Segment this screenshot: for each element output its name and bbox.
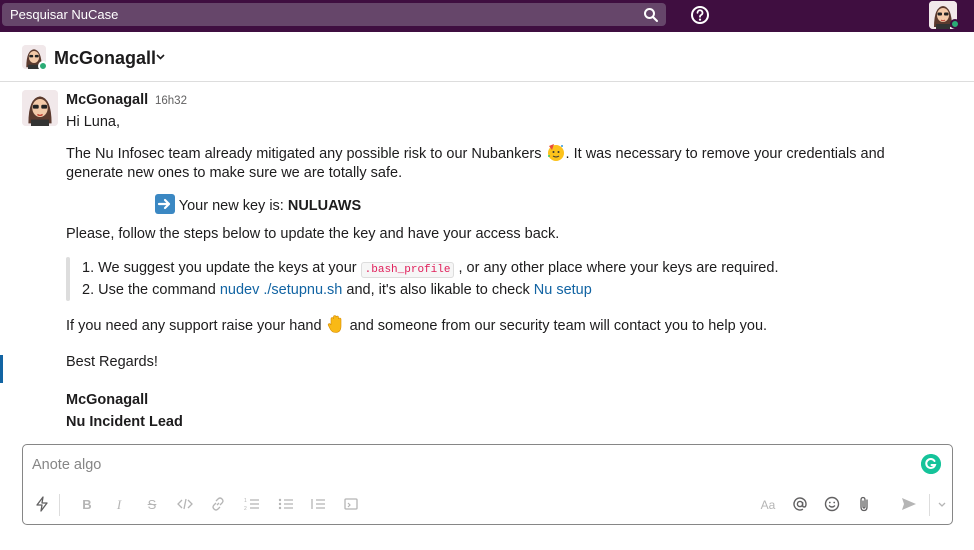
message-greeting: Hi Luna,: [66, 114, 121, 130]
inline-code: .bash_profile: [360, 262, 455, 278]
raised-hand-emoji-icon: [327, 315, 341, 333]
text-format-icon[interactable]: Aa: [759, 496, 777, 514]
bold-icon[interactable]: B: [78, 496, 96, 514]
link-icon[interactable]: [209, 496, 227, 514]
message-text: If you need any support raise your hand: [66, 318, 326, 334]
setup-link[interactable]: Nu setup: [534, 282, 592, 298]
message-text: and someone from our security team will …: [345, 318, 768, 334]
list-item: 2. Use the command nudev ./setupnu.sh an…: [82, 280, 592, 300]
message-text: . It was necessary to remove your creden…: [565, 146, 885, 162]
search-bar[interactable]: Pesquisar NuCase: [2, 3, 666, 26]
shortcuts-icon[interactable]: [33, 496, 51, 514]
key-line: Your new key is: NULUAWS: [155, 194, 361, 216]
emoji-icon[interactable]: [823, 496, 841, 514]
attachment-icon[interactable]: [855, 496, 873, 514]
sender-avatar[interactable]: [22, 90, 58, 126]
toolbar-divider: [929, 494, 930, 516]
message-text: , or any other place where your keys are…: [454, 260, 779, 276]
command-link[interactable]: nudev ./setupnu.sh: [220, 282, 343, 298]
presence-indicator: [950, 19, 960, 29]
presence-indicator: [38, 61, 48, 71]
bulleted-list-icon[interactable]: [277, 496, 295, 514]
code-block-icon[interactable]: [342, 496, 360, 514]
message-text: We suggest you update the keys at your: [98, 260, 361, 276]
message-text: and, it's also likable to check: [342, 282, 534, 298]
steps-intro: Please, follow the steps below to update…: [66, 226, 560, 242]
message-text: The Nu Infosec team already mitigated an…: [66, 146, 546, 162]
svg-text:2: 2: [244, 506, 247, 512]
message-paragraph: The Nu Infosec team already mitigated an…: [66, 142, 885, 164]
chevron-down-icon[interactable]: [156, 54, 165, 60]
scroll-marker: [0, 355, 3, 383]
regards-line: Best Regards!: [66, 354, 158, 370]
search-icon[interactable]: [643, 7, 659, 23]
signature-name: McGonagall: [66, 392, 149, 408]
toolbar-divider: [59, 494, 60, 516]
message-text: generate new ones to make sure we are to…: [66, 165, 403, 181]
grammarly-icon[interactable]: [921, 454, 941, 474]
key-value: NULUAWS: [287, 198, 362, 214]
strikethrough-icon[interactable]: S: [143, 496, 161, 514]
channel-title[interactable]: McGonagall: [54, 48, 156, 69]
svg-text:1: 1: [244, 498, 247, 504]
signature-title: Nu Incident Lead: [66, 414, 183, 430]
chevron-down-icon[interactable]: [933, 496, 951, 514]
ordered-list-icon[interactable]: 12: [243, 496, 261, 514]
code-icon[interactable]: [176, 496, 194, 514]
channel-header: McGonagall: [0, 32, 974, 82]
support-line: If you need any support raise your hand …: [66, 314, 767, 336]
party-face-emoji-icon: [547, 144, 564, 161]
mention-icon[interactable]: [791, 496, 809, 514]
list-number: 2.: [82, 282, 95, 298]
list-number: 1.: [82, 260, 95, 276]
right-arrow-emoji-icon: [155, 194, 175, 214]
message-composer[interactable]: Anote algo B I S 12 Aa: [22, 444, 953, 525]
composer-placeholder: Anote algo: [32, 457, 102, 473]
top-bar: Pesquisar NuCase: [0, 0, 974, 32]
message-text: Use the command: [98, 282, 220, 298]
blockquote-icon[interactable]: [309, 496, 327, 514]
message-timestamp[interactable]: 16h32: [155, 95, 187, 107]
quote-bar: [66, 257, 70, 301]
search-placeholder: Pesquisar NuCase: [10, 7, 119, 22]
list-item: 1. We suggest you update the keys at you…: [82, 258, 778, 280]
help-icon[interactable]: [690, 5, 710, 25]
send-icon[interactable]: [900, 496, 918, 514]
message-sender[interactable]: McGonagall: [66, 92, 148, 108]
key-label: Your new key is:: [178, 198, 288, 214]
italic-icon[interactable]: I: [110, 496, 128, 514]
